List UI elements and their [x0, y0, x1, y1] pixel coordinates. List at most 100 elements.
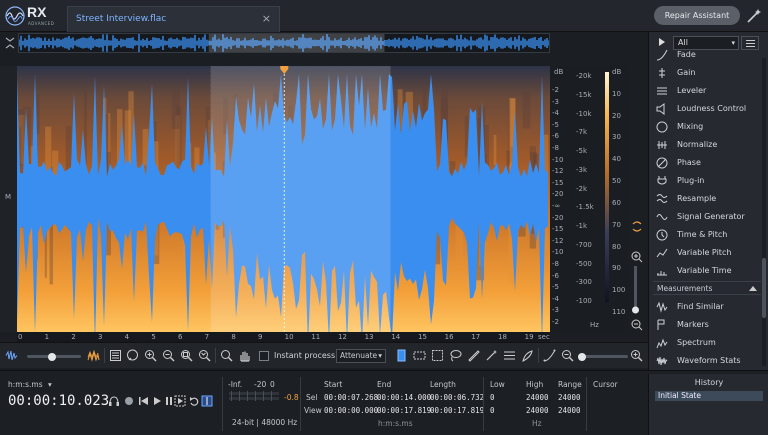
view-start-field[interactable]: 00:00:00.000 — [324, 406, 378, 415]
start-header: Start — [324, 380, 343, 389]
sel-end-field[interactable]: 00:00:14.000 — [377, 393, 431, 402]
horizontal-zoom-out-icon[interactable] — [561, 349, 574, 362]
overview-selection[interactable] — [208, 34, 385, 52]
comment-icon[interactable] — [126, 349, 139, 362]
play-selection-icon[interactable] — [174, 395, 186, 407]
rx-wave-logo-icon — [5, 6, 25, 26]
db-tick: -6 — [552, 271, 559, 280]
time-format-select[interactable]: h:m:s.ms ▾ — [8, 380, 52, 389]
channel-link-icon[interactable] — [632, 221, 642, 232]
module-panel-scroll-thumb[interactable] — [762, 258, 766, 318]
play-icon[interactable] — [154, 397, 161, 405]
colorbar-tick: 10 — [612, 89, 621, 98]
frequency-tick: -5k — [576, 147, 588, 155]
zoom-to-selection-icon[interactable] — [180, 349, 193, 362]
sel-high-field[interactable]: 24000 — [526, 393, 549, 402]
db-tick: -2 — [552, 86, 559, 94]
sel-start-field[interactable]: 00:00:07.268 — [324, 393, 378, 402]
harmonic-selection-tool-icon[interactable] — [503, 349, 516, 362]
view-high-field[interactable]: 24000 — [526, 406, 549, 415]
loop-icon[interactable] — [190, 397, 199, 406]
db-unit-label: dB — [554, 68, 564, 76]
repair-assistant-button[interactable]: Repair Assistant — [654, 6, 740, 25]
skip-to-start-icon[interactable] — [139, 397, 148, 405]
zoom-in-vertical-icon[interactable] — [631, 251, 643, 263]
zoom-full-icon[interactable] — [198, 349, 211, 362]
view-low-field[interactable]: 0 — [490, 406, 495, 415]
lasso-tool-icon[interactable] — [449, 349, 462, 362]
module-variable-pitch[interactable]: Variable Pitch — [649, 244, 768, 262]
horizontal-zoom-in-icon[interactable] — [630, 349, 643, 362]
meter-zero-label: 0 — [270, 380, 275, 389]
view-end-field[interactable]: 00:00:17.819 — [377, 406, 431, 415]
measurement-spectrum[interactable]: Spectrum — [649, 334, 768, 352]
module-mixing[interactable]: Mixing — [649, 118, 768, 136]
file-tab[interactable]: Street Interview.flac × — [67, 6, 280, 32]
zoom-out-icon[interactable] — [162, 349, 175, 362]
record-icon[interactable] — [125, 397, 133, 405]
time-selection[interactable] — [210, 66, 391, 332]
view-range-field[interactable]: 24000 — [558, 406, 581, 415]
sel-length-field[interactable]: 00:00:06.732 — [430, 393, 484, 402]
close-tab-icon[interactable]: × — [262, 12, 271, 25]
module-plug-in[interactable]: Plug-in — [649, 172, 768, 190]
db-tick: -15 — [552, 225, 564, 234]
zoom-in-icon[interactable] — [144, 349, 157, 362]
vertical-zoom-graphic — [631, 221, 643, 331]
spectrogram-settings-icon[interactable] — [109, 349, 122, 362]
module-time-pitch[interactable]: Time & Pitch — [649, 226, 768, 244]
module-resample[interactable]: Resample — [649, 190, 768, 208]
zoom-tool-icon[interactable] — [220, 349, 233, 362]
blend-slider-knob[interactable] — [48, 353, 56, 361]
module-fade[interactable]: Fade — [649, 46, 768, 64]
pause-icon[interactable] — [166, 397, 172, 405]
spectrogram-view-icon[interactable] — [87, 349, 100, 362]
zoom-out-vertical-icon[interactable] — [631, 319, 643, 331]
sel-low-field[interactable]: 0 — [490, 393, 495, 402]
vertical-zoom-knob[interactable] — [632, 306, 639, 314]
overview-waveform[interactable] — [18, 33, 550, 53]
module-loudness-control[interactable]: Loudness Control — [649, 100, 768, 118]
module-variable-time[interactable]: Variable Time — [649, 262, 768, 280]
db-tick: -3 — [552, 306, 559, 315]
preview-play-icon[interactable] — [659, 38, 665, 46]
module-label: Leveler — [677, 86, 707, 95]
module-panel-scrollbar[interactable] — [762, 58, 766, 366]
magic-wand-icon[interactable] — [745, 7, 763, 25]
vertical-zoom-track[interactable] — [634, 266, 637, 310]
time-selection-tool-icon[interactable] — [395, 349, 408, 362]
collapse-overview-icon[interactable] — [4, 36, 16, 50]
module-normalize[interactable]: Normalize — [649, 136, 768, 154]
measurement-waveform-stats[interactable]: Waveform Stats — [649, 352, 768, 370]
time-frequency-selection-tool-icon[interactable] — [431, 349, 444, 362]
hand-tool-icon[interactable] — [238, 349, 251, 362]
headphones-icon[interactable] — [109, 396, 119, 406]
module-signal-generator[interactable]: Signal Generator — [649, 208, 768, 226]
measurement-find-similar[interactable]: Find Similar — [649, 298, 768, 316]
module-gain[interactable]: Gain — [649, 64, 768, 82]
sel-range-field[interactable]: 24000 — [558, 393, 581, 402]
fade-curve-icon[interactable] — [543, 349, 556, 362]
waveform-view-icon[interactable] — [5, 349, 18, 362]
view-length-field[interactable]: 00:00:17.819 — [430, 406, 484, 415]
horizontal-zoom-knob[interactable] — [578, 353, 586, 361]
cursor-timecode: 00:00:10.023 — [8, 393, 110, 409]
module-leveler[interactable]: Leveler — [649, 82, 768, 100]
title-bar: RX ADVANCED Street Interview.flac × Repa… — [0, 0, 768, 32]
spectrogram-view[interactable] — [17, 66, 550, 332]
cursor-header: Cursor — [593, 380, 618, 389]
module-phase[interactable]: Phase — [649, 154, 768, 172]
output-level-meter — [229, 391, 279, 401]
instant-process-mode-select[interactable]: Attenuate ▾ — [336, 349, 386, 363]
instant-process-checkbox[interactable] — [259, 351, 269, 361]
spectral-streak — [493, 134, 497, 166]
feather-tool-icon[interactable] — [521, 349, 534, 362]
follow-playback-icon[interactable] — [201, 395, 213, 407]
time-axis: 0 1 2 3 4 5 6 7 8 9 10 11 12 13 14 15 16 17 18 19 sec — [17, 332, 550, 342]
magic-wand-tool-icon[interactable] — [485, 349, 498, 362]
measurements-section-header[interactable]: Measurements — [653, 281, 761, 295]
brush-tool-icon[interactable] — [467, 349, 480, 362]
history-item[interactable]: Initial State — [655, 391, 763, 401]
measurement-markers[interactable]: Markers — [649, 316, 768, 334]
frequency-selection-tool-icon[interactable] — [413, 349, 426, 362]
